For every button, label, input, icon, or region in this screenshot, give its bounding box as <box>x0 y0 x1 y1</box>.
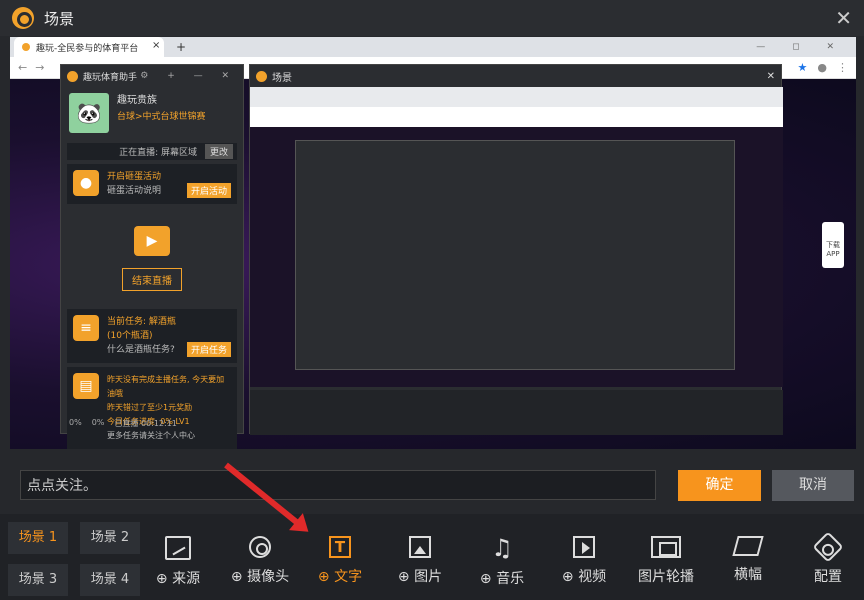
start-task-button[interactable]: 开启任务 <box>186 342 231 357</box>
assistant-title: 趣玩体育助手 <box>83 72 138 83</box>
config-icon <box>812 531 844 563</box>
config-button[interactable]: 配置 <box>788 531 864 586</box>
clipboard-icon: ▤ <box>73 373 99 399</box>
assistant-panel: 趣玩体育助手 ⚙ + — ✕ 🐼 趣玩贵族 台球>中式台球世锦赛 正在直播: 屏… <box>60 64 244 449</box>
forward-icon[interactable]: → <box>35 61 44 74</box>
download-app-qr[interactable]: 下载 APP <box>822 222 844 268</box>
add-source-button[interactable]: ⊕ 来源 <box>138 536 218 588</box>
comment-row: 确定 取消 <box>0 452 864 514</box>
scene-tab-4[interactable]: 场景 4 <box>80 564 140 596</box>
nested-close-icon: ✕ <box>766 70 775 82</box>
signal-value: 0% <box>69 418 82 427</box>
new-tab-button[interactable]: + <box>176 40 186 54</box>
egg-icon: ● <box>73 170 99 196</box>
coin-icon: ≡ <box>73 315 99 341</box>
start-activity-button[interactable]: 开启活动 <box>186 183 231 198</box>
title-bar: 场景 ✕ <box>0 0 864 36</box>
avatar: 🐼 <box>69 93 109 133</box>
live-status-bar: 正在直播: 屏幕区域 更改 <box>67 143 237 160</box>
end-live-button[interactable]: 结束直播 <box>122 268 182 291</box>
comment-input[interactable] <box>20 470 656 500</box>
bookmark-star-icon[interactable]: ★ <box>798 61 808 74</box>
task-card: ≡ 当前任务: 解酒瓶 (10个瓶酒) 什么是酒瓶任务? 开启任务 <box>67 309 237 363</box>
tab-close-icon[interactable]: × <box>152 40 160 51</box>
close-icon[interactable]: ✕ <box>835 6 852 30</box>
confirm-button[interactable]: 确定 <box>678 470 761 501</box>
host-task-card: ▤ 昨天没有完成主播任务, 今天要加油哦 昨天错过了至少1元奖励 今日任务进度:… <box>67 367 237 449</box>
scene-tab-2[interactable]: 场景 2 <box>80 522 140 554</box>
cancel-button[interactable]: 取消 <box>772 470 854 501</box>
app-logo-icon <box>12 7 34 29</box>
profile-icon[interactable]: ● <box>817 61 827 74</box>
add-video-button[interactable]: ⊕ 视频 <box>544 536 624 586</box>
change-source-button[interactable]: 更改 <box>204 144 233 159</box>
window-title: 场景 <box>44 9 75 28</box>
nested-preview <box>250 87 783 387</box>
fps-value: 0% <box>91 418 105 427</box>
browser-tab[interactable]: 趣玩-全民参与的体育平台 × <box>14 37 164 57</box>
browser-tab-title: 趣玩-全民参与的体育平台 <box>36 43 139 54</box>
menu-icon[interactable]: ⋮ <box>837 61 848 74</box>
back-icon[interactable]: ← <box>18 61 27 74</box>
add-music-button[interactable]: ♫ ⊕ 音乐 <box>462 536 542 588</box>
nested-scene-window: 场景 ✕ <box>249 64 783 435</box>
browser-tab-bar: 趣玩-全民参与的体育平台 × + — ◻ ✕ <box>10 37 856 57</box>
egg-activity-card: ● 开启砸蛋活动 砸蛋活动说明 开启活动 <box>67 164 237 204</box>
banner-icon <box>732 536 764 556</box>
nested-inner-window <box>295 140 735 370</box>
add-image-button[interactable]: ⊕ 图片 <box>380 536 460 586</box>
browser-window-controls[interactable]: — ◻ ✕ <box>756 42 846 52</box>
banner-button[interactable]: 横幅 <box>708 536 788 584</box>
scene-preview: 趣玩-全民参与的体育平台 × + — ◻ ✕ ← → ★ ● ⋮ 下载 APP … <box>10 37 856 449</box>
category-label[interactable]: 台球>中式台球世锦赛 <box>117 109 206 125</box>
tv-play-icon: ▶ <box>134 226 170 256</box>
source-icon <box>165 536 191 560</box>
bottom-toolbar: 场景 1 场景 2 场景 3 场景 4 ⊕ 来源 ⊕ 摄像头 ⊕ 文字 ⊕ 图片… <box>0 514 864 600</box>
add-camera-button[interactable]: ⊕ 摄像头 <box>220 536 300 586</box>
carousel-icon <box>651 536 681 558</box>
video-icon <box>573 536 595 558</box>
camera-icon <box>249 536 271 558</box>
image-carousel-button[interactable]: 图片轮播 <box>626 536 706 586</box>
scene-tab-1[interactable]: 场景 1 <box>8 522 68 554</box>
nested-toolbar <box>250 390 783 435</box>
user-name: 趣玩贵族 <box>117 95 157 106</box>
assistant-header-icons[interactable]: ⚙ + — ✕ <box>140 71 237 81</box>
text-icon <box>329 536 351 558</box>
live-duration: 已直播 00:12:11 <box>114 419 177 428</box>
favicon-icon <box>22 43 30 51</box>
scene-tab-3[interactable]: 场景 3 <box>8 564 68 596</box>
nested-title: 场景 <box>272 72 292 84</box>
nested-logo-icon <box>256 70 267 82</box>
add-text-button[interactable]: ⊕ 文字 <box>300 536 380 586</box>
image-icon <box>409 536 431 558</box>
assistant-footer: 0% 0% 已直播 00:12:11 <box>69 418 235 429</box>
music-icon: ♫ <box>491 534 513 562</box>
assistant-logo-icon <box>67 70 78 82</box>
